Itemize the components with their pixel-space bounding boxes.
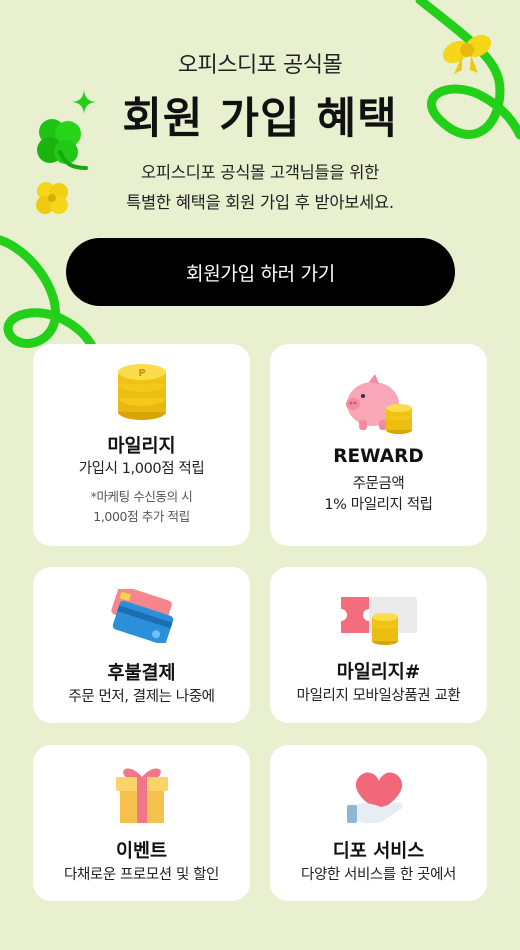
card-description: 주문금액 1% 마일리지 적립 bbox=[270, 474, 487, 516]
svg-text:P: P bbox=[138, 368, 145, 379]
card-description-line-2: 1% 마일리지 적립 bbox=[324, 497, 433, 513]
hand-heart-icon bbox=[270, 763, 487, 827]
card-description-line-1: 주문금액 bbox=[352, 476, 405, 492]
card-description: 가입시 1,000점 적립 bbox=[78, 461, 205, 477]
page-description: 오피스디포 공식몰 고객님들을 위한 특별한 혜택을 회원 가입 후 받아보세요… bbox=[0, 158, 520, 218]
card-title: 이벤트 bbox=[115, 841, 168, 862]
card-description: 다채로운 프로모션 및 할인 bbox=[64, 867, 219, 883]
benefit-card-reward[interactable]: REWARD 주문금액 1% 마일리지 적립 bbox=[270, 344, 487, 546]
benefit-card-deferred-payment[interactable]: 후불결제 주문 먼저, 결제는 나중에 bbox=[33, 567, 250, 723]
credit-cards-icon bbox=[33, 589, 250, 643]
card-title: 마일리지 bbox=[107, 436, 176, 457]
card-title: REWARD bbox=[333, 446, 424, 467]
description-line-2: 특별한 혜택을 회원 가입 후 받아보세요. bbox=[126, 193, 394, 212]
card-title: 디포 서비스 bbox=[332, 841, 425, 862]
card-description: 주문 먼저, 결제는 나중에 bbox=[68, 689, 215, 705]
card-title: 후불결제 bbox=[107, 663, 176, 684]
brand-subtitle: 오피스디포 공식몰 bbox=[177, 53, 343, 78]
card-description: 다양한 서비스를 한 곳에서 bbox=[301, 867, 456, 883]
card-note-line-2: 1,000점 추가 적립 bbox=[93, 509, 190, 524]
benefit-card-depot-service[interactable]: 디포 서비스 다양한 서비스를 한 곳에서 bbox=[270, 745, 487, 901]
page-title: 회원 가입 혜택 bbox=[122, 94, 398, 144]
benefit-card-mileage[interactable]: P 마일리지 가입시 1,000점 적립 *마케팅 수신동의 시 1,000점 … bbox=[33, 344, 250, 546]
card-description: 마일리지 모바일상품권 교환 bbox=[296, 688, 461, 704]
description-line-1: 오피스디포 공식몰 고객님들을 위한 bbox=[140, 163, 380, 182]
piggy-bank-icon bbox=[270, 374, 487, 436]
gift-box-icon bbox=[33, 763, 250, 825]
benefit-card-event[interactable]: 이벤트 다채로운 프로모션 및 할인 bbox=[33, 745, 250, 901]
card-note-line-1: *마케팅 수신동의 시 bbox=[90, 489, 193, 504]
benefit-card-mileage-voucher[interactable]: 마일리지# 마일리지 모바일상품권 교환 bbox=[270, 567, 487, 723]
coin-stack-icon: P bbox=[33, 364, 250, 422]
card-note: *마케팅 수신동의 시 1,000점 추가 적립 bbox=[33, 487, 250, 527]
gift-voucher-icon bbox=[270, 595, 487, 647]
card-title: 마일리지# bbox=[336, 662, 421, 683]
signup-button[interactable]: 회원가입 하러 가기 bbox=[66, 238, 455, 306]
